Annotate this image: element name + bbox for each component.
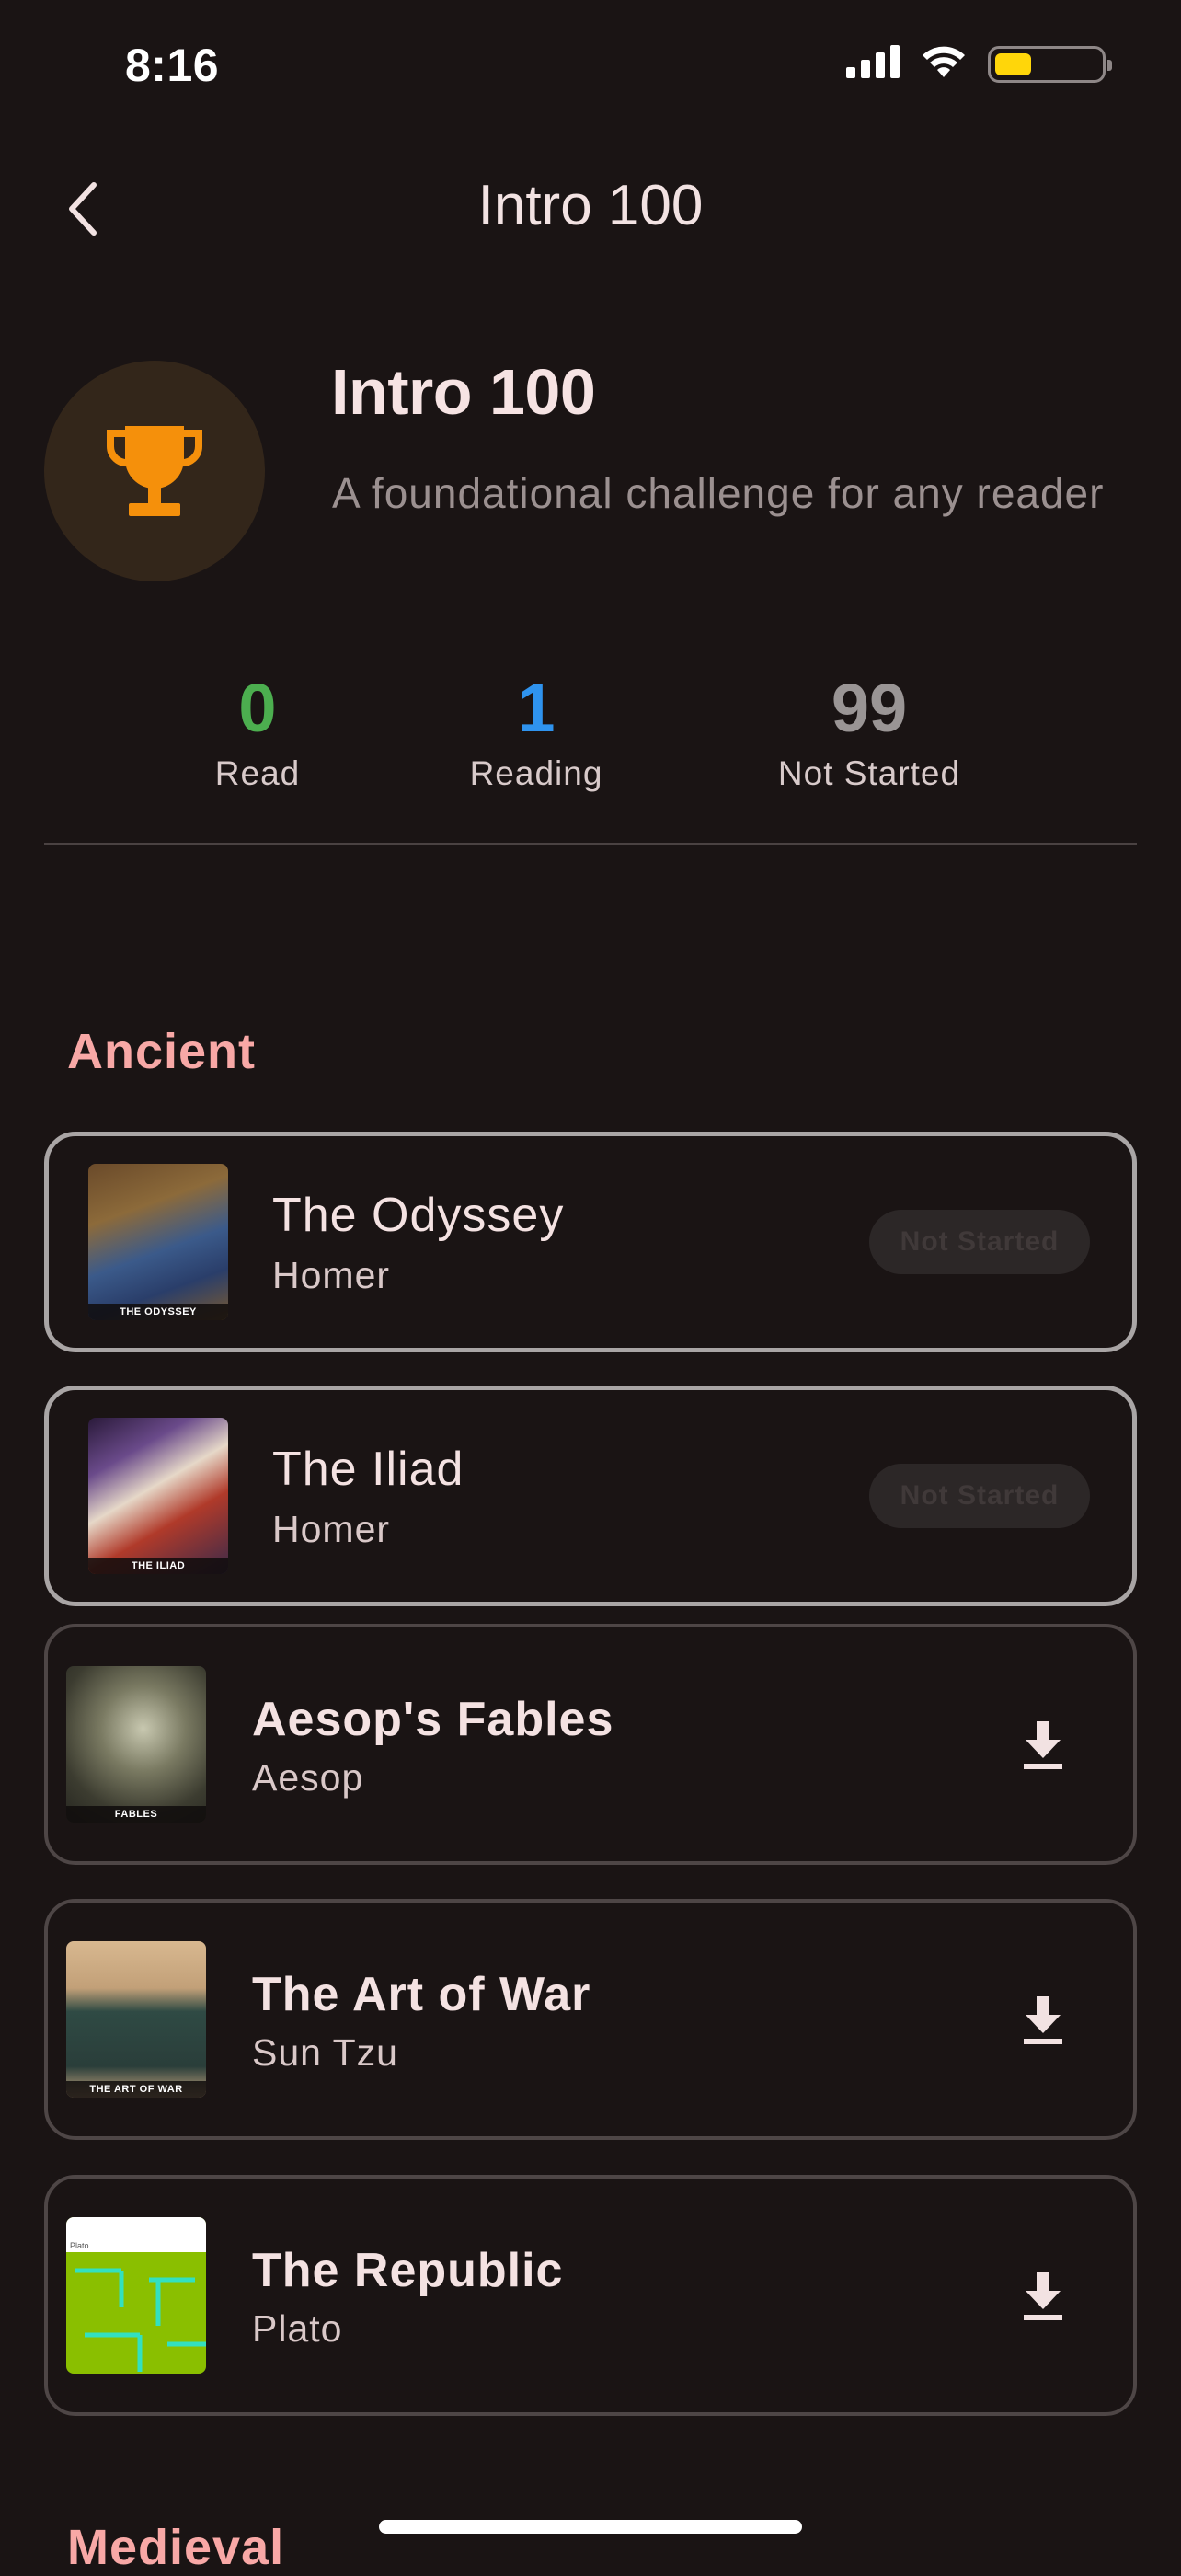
challenge-badge	[44, 361, 265, 581]
book-cover: FABLES	[66, 1666, 206, 1823]
book-title: The Iliad	[272, 1443, 464, 1496]
battery-icon	[988, 45, 1112, 83]
book-title: The Art of War	[252, 1968, 591, 2021]
book-cover: THE ART OF WAR	[66, 1941, 206, 2098]
book-card-republic[interactable]: Plato The Republic Plato	[44, 2175, 1137, 2416]
wifi-icon	[920, 44, 968, 84]
book-card-odyssey[interactable]: THE ODYSSEY The Odyssey Homer Not Starte…	[44, 1132, 1137, 1352]
download-icon	[1024, 1721, 1062, 1769]
book-author: Aesop	[252, 1756, 364, 1799]
challenge-description: A foundational challenge for any reader	[332, 469, 1105, 517]
book-author: Plato	[252, 2307, 343, 2350]
stat-reading-value: 1	[517, 670, 556, 746]
status-badge: Not Started	[869, 1464, 1090, 1528]
stat-not-started: 99 Not Started	[704, 664, 1035, 793]
book-cover: THE ILIAD	[88, 1418, 228, 1574]
book-card-iliad[interactable]: THE ILIAD The Iliad Homer Not Started	[44, 1386, 1137, 1606]
book-author: Homer	[272, 1508, 391, 1550]
download-button[interactable]	[1006, 1708, 1080, 1782]
book-author: Homer	[272, 1254, 391, 1296]
stat-not-started-value: 99	[831, 670, 908, 746]
battery-level	[995, 52, 1031, 75]
home-indicator[interactable]	[379, 2520, 802, 2534]
download-button[interactable]	[1006, 1984, 1080, 2057]
section-title-ancient: Ancient	[67, 1024, 257, 1079]
book-card-aesops-fables[interactable]: FABLES Aesop's Fables Aesop	[44, 1624, 1137, 1865]
book-cover: THE ODYSSEY	[88, 1164, 228, 1320]
book-cover: Plato	[66, 2217, 206, 2374]
book-card-art-of-war[interactable]: THE ART OF WAR The Art of War Sun Tzu	[44, 1899, 1137, 2140]
trophy-icon	[106, 426, 203, 516]
download-icon	[1024, 2272, 1062, 2320]
download-button[interactable]	[1006, 2260, 1080, 2333]
book-author: Sun Tzu	[252, 2031, 398, 2074]
download-icon	[1024, 1996, 1062, 2044]
book-title: Aesop's Fables	[252, 1693, 614, 1746]
status-time: 8:16	[125, 40, 220, 91]
signal-icon	[846, 45, 900, 83]
book-title: The Odyssey	[272, 1189, 565, 1242]
status-icons	[846, 44, 1112, 84]
stat-reading-label: Reading	[469, 754, 603, 792]
status-badge: Not Started	[869, 1210, 1090, 1274]
stat-not-started-label: Not Started	[777, 754, 961, 792]
challenge-title: Intro 100	[331, 356, 596, 428]
divider	[44, 843, 1137, 845]
stat-reading: 1 Reading	[371, 664, 702, 793]
book-title: The Republic	[252, 2244, 564, 2297]
section-title-medieval: Medieval	[67, 2520, 285, 2575]
nav-title: Intro 100	[477, 174, 704, 237]
